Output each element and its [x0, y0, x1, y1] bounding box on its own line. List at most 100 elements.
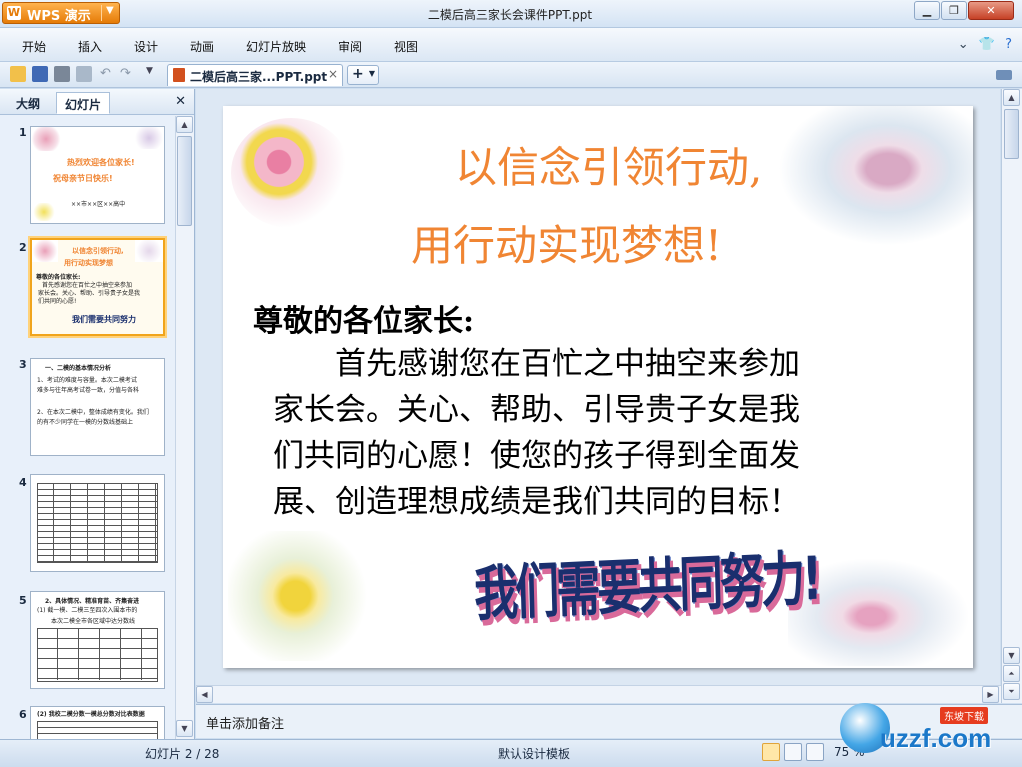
- rose-lace-image: [778, 106, 973, 246]
- slide-body-line: 家长会。关心、帮助、引导贵子女是我: [273, 392, 800, 428]
- app-button-divider: [101, 5, 102, 21]
- notes-placeholder[interactable]: 单击添加备注: [206, 713, 284, 732]
- table-preview-columns: [37, 628, 158, 680]
- new-tab-label: +: [352, 66, 364, 82]
- slide-indicator: 幻灯片 2 / 28: [145, 747, 220, 761]
- new-tab-button[interactable]: + ▼: [347, 65, 379, 85]
- menu-insert[interactable]: 插入: [78, 38, 102, 55]
- scroll-left-icon[interactable]: ◀: [196, 686, 213, 703]
- scroll-thumb[interactable]: [177, 136, 192, 226]
- thumbnail-text: 热烈欢迎各位家长!: [67, 158, 135, 167]
- thumbnail-scrollbar[interactable]: ▲ ▼: [175, 116, 194, 739]
- slide-greeting: 尊敬的各位家长:: [253, 304, 475, 339]
- scroll-up-icon[interactable]: ▲: [176, 116, 193, 133]
- rose-image: [31, 127, 61, 151]
- logo-badge: 东坡下载: [940, 707, 988, 724]
- close-window-button[interactable]: ✕: [968, 1, 1014, 20]
- table-preview: [37, 721, 158, 739]
- rose-bouquet-image: [231, 118, 351, 228]
- slide-body-line: 展、创造理想成绩是我们共同的目标！: [273, 484, 800, 520]
- thumbnail-text: 用行动实现梦想: [64, 259, 113, 267]
- chevron-down-icon[interactable]: ▼: [369, 69, 375, 78]
- menu-review[interactable]: 审阅: [338, 38, 362, 55]
- scroll-thumb[interactable]: [1004, 109, 1019, 159]
- redo-icon[interactable]: ↷: [120, 66, 136, 82]
- thumbnail-number: 4: [19, 476, 27, 489]
- slide-title-line-1: 以信念引领行动,: [455, 143, 763, 192]
- scroll-down-icon[interactable]: ▼: [176, 720, 193, 737]
- thumbnail-text: 1、考试的难度与容量。本次二模考试: [37, 377, 137, 384]
- scroll-down-icon[interactable]: ▼: [1003, 647, 1020, 664]
- slide-sorter-view-icon[interactable]: [784, 743, 802, 761]
- save-icon[interactable]: [32, 66, 48, 82]
- thumbnail-text: 本次二模全市各区域中达分数线: [51, 618, 136, 625]
- pane-tabs: 大纲 幻灯片 ✕: [0, 89, 194, 115]
- collapse-ribbon-icon[interactable]: ⌄: [958, 37, 969, 52]
- close-pane-icon[interactable]: ✕: [175, 94, 186, 109]
- quick-toolbar: ↶ ↷ ▼ 二模后高三家...PPT.ppt × + ▼: [0, 62, 1022, 88]
- menu-home[interactable]: 开始: [22, 38, 46, 55]
- current-slide[interactable]: 以信念引领行动, 用行动实现梦想! 尊敬的各位家长: 首先感谢您在百忙之中抽空来…: [223, 106, 973, 668]
- minimize-button[interactable]: ▁: [914, 1, 940, 20]
- chevron-down-icon[interactable]: ▼: [106, 5, 114, 16]
- thumbnail-text: 2、具体情况、精准育苗、齐集奋进: [45, 598, 140, 605]
- ppt-file-icon: [173, 68, 185, 82]
- editor-vertical-scrollbar[interactable]: ▲ ▼ ⏶ ⏷: [1001, 89, 1022, 703]
- window-title: 二模后高三家长会课件PPT.ppt: [427, 8, 593, 22]
- undo-icon[interactable]: ↶: [100, 66, 116, 82]
- thumbnail-slide-3[interactable]: 一、二模的基本情况分析 1、考试的难度与容量。本次二模考试 难多与往年高考试卷一…: [30, 358, 165, 456]
- slide-body-line: 们共同的心愿！使您的孩子得到全面发: [273, 438, 800, 474]
- thumbnail-text: ××市××区××高中: [71, 201, 126, 208]
- thumbnail-number: 6: [19, 708, 27, 721]
- document-tab-label: 二模后高三家...PPT.ppt: [190, 70, 328, 84]
- toolbar-dropdown-icon[interactable]: ▼: [146, 66, 162, 82]
- slide-body-line: 首先感谢您在百忙之中抽空来参加: [335, 346, 800, 382]
- thumbnail-text: 首先感谢您在百忙之中抽空来参加: [42, 282, 133, 289]
- thumbnail-slide-6[interactable]: (2) 我校二模分数一模总分数对比表数据: [30, 706, 165, 739]
- document-tab[interactable]: 二模后高三家...PPT.ppt ×: [167, 64, 343, 86]
- print-icon[interactable]: [54, 66, 70, 82]
- rose-image: [33, 203, 55, 221]
- thumbnail-slide-4[interactable]: [30, 474, 165, 572]
- thumbnail-list: 1 热烈欢迎各位家长! 祝母亲节日快乐! ××市××区××高中 2 以信念引领行…: [0, 116, 175, 739]
- menu-design[interactable]: 设计: [134, 38, 158, 55]
- template-name: 默认设计模板: [498, 747, 571, 761]
- thumbnail-slide-5[interactable]: 2、具体情况、精准育苗、齐集奋进 (1) 截一模、二模三至四次入围本市的 本次二…: [30, 591, 165, 689]
- print-preview-icon[interactable]: [76, 66, 92, 82]
- skin-icon[interactable]: 👕: [979, 37, 995, 52]
- tab-outline[interactable]: 大纲: [8, 92, 48, 114]
- menu-animation[interactable]: 动画: [190, 38, 214, 55]
- open-folder-icon[interactable]: [10, 66, 26, 82]
- thumbnail-slide-1[interactable]: 热烈欢迎各位家长! 祝母亲节日快乐! ××市××区××高中: [30, 126, 165, 224]
- slide-editor: 以信念引领行动, 用行动实现梦想! 尊敬的各位家长: 首先感谢您在百忙之中抽空来…: [196, 89, 1000, 703]
- wps-app-menu-button[interactable]: W WPS 演示 ▼: [2, 2, 120, 24]
- rose-image: [135, 240, 163, 262]
- slideshow-view-icon[interactable]: [806, 743, 824, 761]
- title-bar: W WPS 演示 ▼ 二模后高三家长会课件PPT.ppt ▁ ❐ ✕: [0, 0, 1022, 28]
- scroll-up-icon[interactable]: ▲: [1003, 89, 1020, 106]
- thumbnail-slide-2[interactable]: 以信念引领行动, 用行动实现梦想 尊敬的各位家长: 首先感谢您在百忙之中抽空来参…: [30, 238, 165, 336]
- tab-slides[interactable]: 幻灯片: [56, 92, 111, 114]
- thumbnail-text: (2) 我校二模分数一模总分数对比表数据: [37, 711, 145, 718]
- thumbnail-number: 5: [19, 594, 27, 607]
- thumbnail-text: 一、二模的基本情况分析: [45, 365, 112, 372]
- menu-view[interactable]: 视图: [394, 38, 418, 55]
- restore-button[interactable]: ❐: [941, 1, 967, 20]
- slide-title-line-2: 用行动实现梦想!: [411, 221, 722, 270]
- previous-slide-icon[interactable]: ⏶: [1003, 665, 1020, 682]
- menu-slideshow[interactable]: 幻灯片放映: [246, 38, 306, 55]
- layout-toggle-icon[interactable]: [996, 70, 1012, 80]
- thumbnail-number: 3: [19, 358, 27, 371]
- thumbnail-text: 们共同的心愿!: [38, 298, 77, 305]
- thumbnail-text: 尊敬的各位家长:: [36, 274, 81, 281]
- wps-logo-icon: W: [7, 6, 21, 20]
- thumbnail-text: (1) 截一模、二模三至四次入围本市的: [37, 607, 138, 614]
- thumbnail-text: 家长会。关心、帮助、引导贵子女是我: [38, 290, 141, 297]
- normal-view-icon[interactable]: [762, 743, 780, 761]
- rose-image: [134, 127, 164, 149]
- table-preview-columns: [37, 483, 158, 563]
- rose-image: [32, 240, 58, 262]
- slide-wordart-slogan: 我们需要共同努力!: [473, 544, 821, 630]
- close-tab-icon[interactable]: ×: [328, 67, 338, 81]
- help-icon[interactable]: ?: [1005, 37, 1012, 52]
